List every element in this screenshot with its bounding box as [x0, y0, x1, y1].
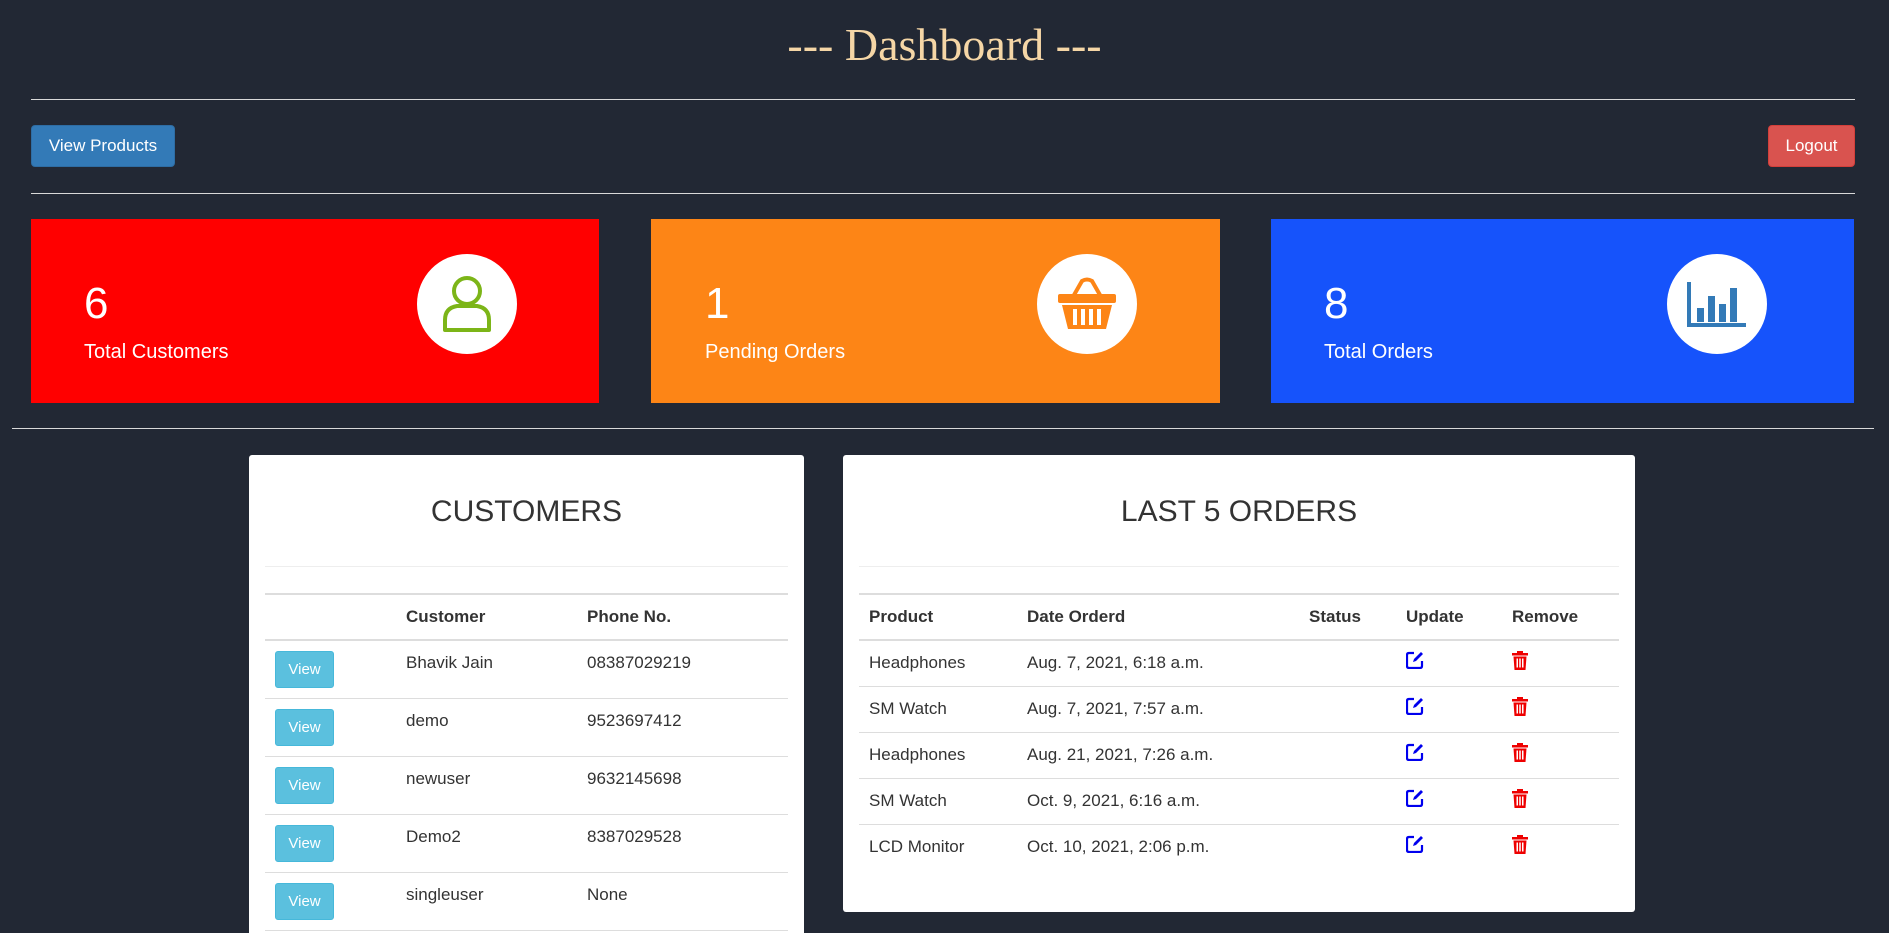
basket-icon: [1058, 277, 1116, 329]
edit-icon[interactable]: [1406, 743, 1424, 761]
view-customer-button[interactable]: View: [275, 651, 334, 688]
table-row: Headphones Aug. 7, 2021, 6:18 a.m.: [859, 640, 1619, 687]
column-header: Phone No.: [577, 593, 788, 641]
customers-title: CUSTOMERS: [430, 495, 623, 528]
user-icon: [443, 276, 491, 332]
order-status: [1299, 640, 1396, 687]
customer-phone: 9632145698: [577, 756, 788, 815]
view-customer-button[interactable]: View: [275, 882, 334, 920]
stat-icon-circle: [1037, 254, 1137, 354]
table-row: SM Watch Oct. 9, 2021, 6:16 a.m.: [859, 778, 1619, 825]
customer-phone: 9523697412: [577, 698, 788, 757]
order-product: SM Watch: [859, 778, 1017, 825]
edit-icon[interactable]: [1406, 651, 1424, 669]
customer-name: Bhavik Jain: [396, 640, 577, 699]
stat-value: 6: [84, 279, 109, 328]
order-status: [1299, 686, 1396, 733]
order-product: Headphones: [859, 732, 1017, 779]
stat-value: 8: [1324, 279, 1349, 328]
edit-icon[interactable]: [1406, 697, 1424, 715]
view-customer-button[interactable]: View: [275, 708, 334, 746]
stat-icon-circle: [417, 254, 517, 354]
customers-table: Customer Phone No. View Bhavik Jain 0838…: [265, 593, 788, 931]
view-customer-button[interactable]: View: [275, 824, 334, 862]
order-status: [1299, 778, 1396, 825]
view-customer-button[interactable]: View: [275, 766, 334, 804]
customer-name: demo: [396, 698, 577, 757]
order-date: Oct. 9, 2021, 6:16 a.m.: [1017, 778, 1299, 825]
column-header: Update: [1396, 593, 1502, 641]
view-products-button[interactable]: View Products: [31, 125, 175, 167]
order-status: [1299, 824, 1396, 870]
orders-title: LAST 5 ORDERS: [1120, 495, 1358, 528]
order-date: Oct. 10, 2021, 2:06 p.m.: [1027, 836, 1210, 856]
table-row: View demo 9523697412: [265, 698, 788, 757]
page-title: --- Dashboard ---: [787, 19, 1102, 70]
column-header: Product: [859, 593, 1017, 641]
table-row: View Bhavik Jain 08387029219: [265, 640, 788, 699]
stat-card-total-customers: 6 Total Customers: [31, 219, 599, 403]
stat-label: Total Orders: [1324, 341, 1433, 363]
edit-icon[interactable]: [1406, 789, 1424, 807]
stat-card-pending-orders: 1 Pending Orders: [651, 219, 1220, 403]
bar-chart-icon: [1687, 282, 1746, 327]
trash-icon[interactable]: [1512, 651, 1528, 670]
order-product: Headphones: [859, 640, 1017, 687]
table-row: View Demo2 8387029528: [265, 814, 788, 873]
column-header: Remove: [1502, 593, 1619, 641]
trash-icon[interactable]: [1512, 742, 1528, 762]
logout-button[interactable]: Logout: [1768, 125, 1855, 167]
table-row: Headphones Aug. 21, 2021, 7:26 a.m.: [859, 732, 1619, 779]
customer-name: singleuser: [396, 872, 577, 931]
order-status: [1299, 732, 1396, 779]
divider: [31, 99, 1855, 100]
table-row: View singleuser None: [265, 872, 788, 931]
table-row: LCD Monitor Oct. 10, 2021, 2:06 p.m.: [859, 824, 1619, 870]
column-header: Status: [1299, 593, 1396, 641]
order-product: SM Watch: [859, 686, 1017, 733]
trash-icon[interactable]: [1512, 696, 1528, 716]
customer-name: Demo2: [396, 814, 577, 873]
order-product: LCD Monitor: [869, 836, 965, 856]
column-header: [265, 593, 396, 641]
customer-phone: None: [577, 872, 788, 931]
divider: [12, 428, 1874, 429]
column-header: Date Orderd: [1017, 593, 1299, 641]
orders-panel: LAST 5 ORDERS Product Date Orderd Status…: [843, 455, 1635, 912]
order-date: Aug. 7, 2021, 6:18 a.m.: [1017, 640, 1299, 687]
divider: [859, 566, 1619, 567]
table-row: SM Watch Aug. 7, 2021, 7:57 a.m.: [859, 686, 1619, 733]
customer-name: newuser: [396, 756, 577, 815]
edit-icon[interactable]: [1406, 835, 1424, 853]
order-date: Aug. 7, 2021, 7:57 a.m.: [1017, 686, 1299, 733]
stat-label: Pending Orders: [705, 341, 846, 363]
trash-icon[interactable]: [1512, 834, 1528, 854]
stat-value: 1: [705, 279, 730, 328]
order-date: Aug. 21, 2021, 7:26 a.m.: [1017, 732, 1299, 779]
customer-phone: 8387029528: [577, 814, 788, 873]
column-header: Customer: [396, 593, 577, 641]
orders-table: Product Date Orderd Status Update Remove…: [859, 593, 1619, 870]
divider: [265, 566, 788, 567]
table-header-row: Customer Phone No.: [265, 593, 788, 641]
stat-icon-circle: [1667, 254, 1767, 354]
stat-label: Total Customers: [84, 341, 229, 363]
customer-phone: 08387029219: [577, 640, 788, 699]
customers-panel: CUSTOMERS Customer Phone No. View Bhavik…: [249, 455, 804, 933]
trash-icon[interactable]: [1512, 788, 1528, 808]
divider: [31, 193, 1855, 194]
stat-card-total-orders: 8 Total Orders: [1271, 219, 1854, 403]
table-header-row: Product Date Orderd Status Update Remove: [859, 593, 1619, 641]
table-row: View newuser 9632145698: [265, 756, 788, 815]
